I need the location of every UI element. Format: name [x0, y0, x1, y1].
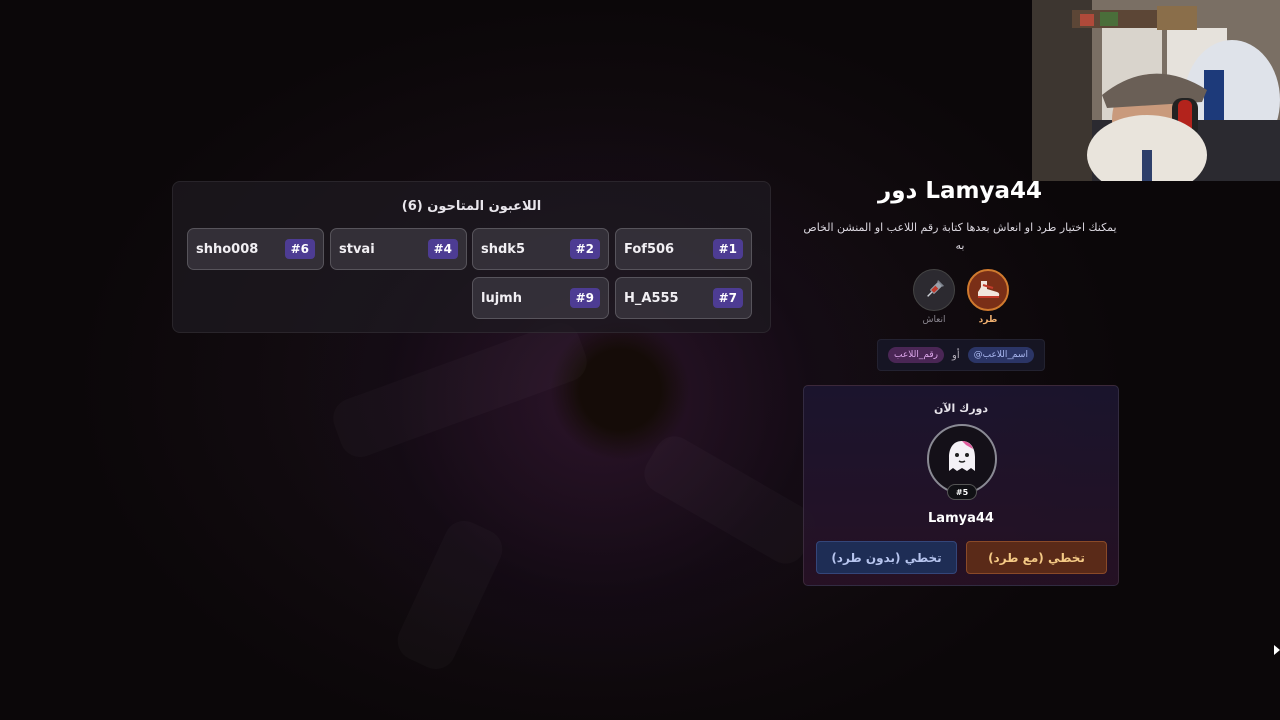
player-number-badge: #6 — [284, 239, 315, 259]
player-card[interactable]: Fof506 #1 — [615, 228, 752, 270]
revive-label: انعاش — [922, 315, 946, 325]
your-turn-label: دورك الآن — [933, 402, 989, 415]
players-panel-title: اللاعبون المتاحون (6) — [401, 199, 542, 214]
ghost-icon — [942, 437, 982, 481]
player-number-badge: #4 — [427, 239, 458, 259]
available-players-panel: اللاعبون المتاحون (6) Fof506 #1 shdk5 #2… — [172, 181, 771, 333]
mouse-cursor — [1274, 645, 1280, 655]
player-mention-tag: @اسم_اللاعب — [967, 347, 1034, 363]
current-turn-card: دورك الآن #5 Lamya44 تخطي (مع طرد) تخطي … — [803, 385, 1119, 586]
boot-icon — [967, 269, 1009, 311]
player-name: Fof506 — [624, 241, 675, 257]
player-number-badge: #2 — [569, 239, 600, 259]
current-player-name: Lamya44 — [928, 511, 994, 526]
player-number-badge: #7 — [712, 288, 743, 308]
or-label: أو — [952, 349, 960, 361]
player-card[interactable]: shho008 #6 — [187, 228, 324, 270]
player-card[interactable]: shdk5 #2 — [472, 228, 609, 270]
player-name: H_A555 — [624, 290, 679, 306]
player-name: lujmh — [481, 290, 522, 306]
player-number-badge: #5 — [947, 484, 977, 500]
turn-title: دور Lamya44 — [877, 178, 1042, 204]
skip-without-kick-button[interactable]: تخطي (بدون طرد) — [816, 541, 957, 574]
player-name: stvai — [339, 241, 375, 257]
kick-action[interactable]: طرد — [966, 269, 1010, 325]
player-number-badge: #9 — [569, 288, 600, 308]
turn-instructions: يمكنك اختيار طرد او انعاش بعدها كتابة رق… — [803, 221, 1117, 252]
kick-label: طرد — [978, 315, 998, 325]
player-name: shdk5 — [481, 241, 525, 257]
revive-action[interactable]: انعاش — [912, 269, 956, 325]
skip-with-kick-button[interactable]: تخطي (مع طرد) — [966, 541, 1107, 574]
syringe-icon — [913, 269, 955, 311]
player-number-badge: #1 — [712, 239, 743, 259]
player-card[interactable]: stvai #4 — [330, 228, 467, 270]
player-card[interactable]: lujmh #9 — [472, 277, 609, 319]
player-number-tag: رقم_اللاعب — [888, 347, 944, 363]
webcam-overlay — [1032, 0, 1280, 181]
player-name: shho008 — [196, 241, 259, 257]
player-card[interactable]: H_A555 #7 — [615, 277, 752, 319]
input-hint: رقم_اللاعب أو @اسم_اللاعب — [877, 339, 1045, 371]
